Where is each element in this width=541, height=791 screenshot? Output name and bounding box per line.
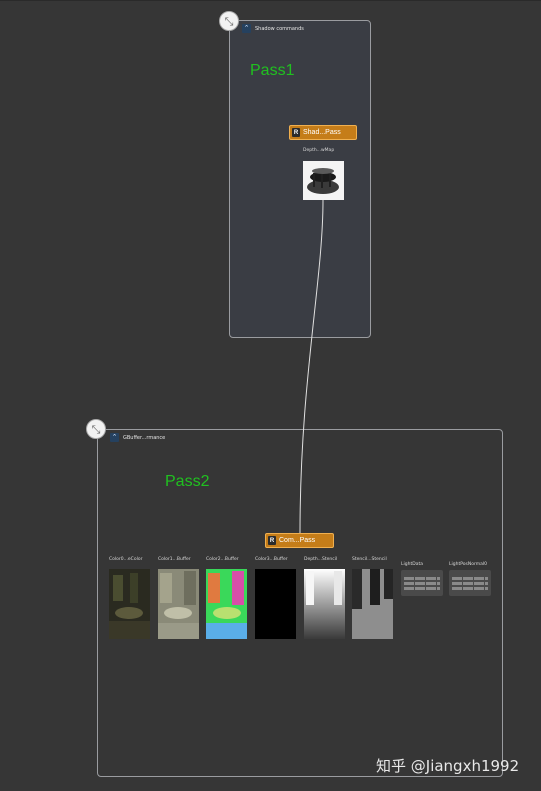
render-pass-icon: R bbox=[292, 128, 300, 137]
light-pos-normal-label: LightPosNormal0 bbox=[449, 562, 488, 567]
shadow-map-thumbnail[interactable] bbox=[303, 161, 344, 200]
render-pass-icon: R bbox=[268, 536, 276, 545]
stencil-label: Stencil...Stencil bbox=[352, 557, 387, 562]
shadow-map-label: Depth...wMap bbox=[303, 148, 335, 153]
color0-thumbnail[interactable] bbox=[109, 569, 150, 639]
dependency-link[interactable] bbox=[299, 199, 324, 534]
color3-thumbnail[interactable] bbox=[255, 569, 296, 639]
connection-layer bbox=[109, 161, 393, 639]
color1-label: Color1...Buffer bbox=[158, 557, 191, 562]
node-label: Com...Pass bbox=[279, 537, 316, 544]
color1-thumbnail[interactable] bbox=[158, 569, 199, 639]
light-data-label: LightData bbox=[401, 562, 423, 567]
node-label: Shad...Pass bbox=[303, 129, 341, 136]
combine-pass-node[interactable]: R Com...Pass bbox=[265, 533, 334, 548]
depth-thumbnail[interactable] bbox=[304, 569, 345, 639]
watermark: 知乎 @Jiangxh1992 bbox=[376, 757, 520, 775]
color0-label: Color0...eColor bbox=[109, 557, 143, 562]
color2-label: Color2...Buffer bbox=[206, 557, 239, 562]
shadow-pass-node[interactable]: R Shad...Pass bbox=[289, 125, 357, 140]
color3-label: Color3...Buffer bbox=[255, 557, 288, 562]
buffer-icon[interactable] bbox=[401, 570, 443, 596]
buffer-icon[interactable] bbox=[449, 570, 491, 596]
depth-label: Depth...Stencil bbox=[304, 557, 338, 562]
stencil-thumbnail[interactable] bbox=[352, 569, 393, 639]
color2-thumbnail[interactable] bbox=[206, 569, 247, 639]
